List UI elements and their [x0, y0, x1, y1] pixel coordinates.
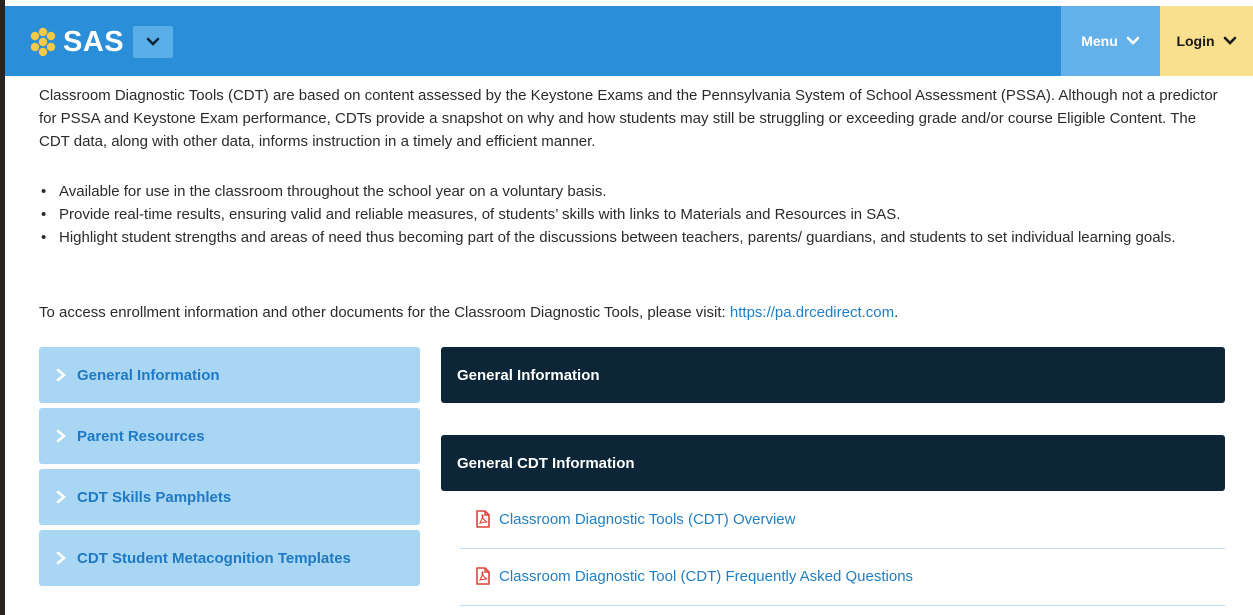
subsection-title: General CDT Information: [457, 454, 635, 472]
chevron-down-icon: [146, 37, 160, 46]
intro-paragraph: Classroom Diagnostic Tools (CDT) are bas…: [39, 87, 1218, 150]
section-title: General Information: [457, 366, 600, 384]
logo-text: SAS: [63, 25, 125, 58]
document-link-cdt-overview[interactable]: Classroom Diagnostic Tools (CDT) Overvie…: [475, 510, 795, 528]
sidebar-item-label: General Information: [77, 366, 220, 384]
sas-logo[interactable]: SAS: [25, 25, 124, 59]
top-nav-bar: SAS Menu Login: [5, 6, 1253, 76]
access-end: .: [894, 304, 899, 321]
chevron-right-icon: [56, 368, 67, 382]
list-item: Highlight student strengths and areas of…: [39, 226, 1219, 249]
pdf-icon: [476, 510, 490, 528]
document-link-label: Classroom Diagnostic Tools (CDT) Overvie…: [499, 510, 796, 528]
sidebar-item-cdt-student-metacognition-templates[interactable]: CDT Student Metacognition Templates: [39, 530, 420, 586]
pdf-icon: [476, 567, 490, 585]
site-dropdown-button[interactable]: [133, 26, 173, 58]
chevron-right-icon: [56, 429, 67, 443]
section-header-general-cdt-information[interactable]: General CDT Information: [441, 435, 1225, 491]
sidebar-item-parent-resources[interactable]: Parent Resources: [39, 408, 420, 464]
window-edge: [0, 0, 5, 615]
sidebar-item-label: Parent Resources: [77, 427, 205, 445]
chevron-down-icon: [1126, 36, 1140, 45]
drc-link[interactable]: https://pa.drcedirect.com: [730, 304, 894, 321]
sidebar-item-cdt-skills-pamphlets[interactable]: CDT Skills Pamphlets: [39, 469, 420, 525]
chevron-right-icon: [56, 490, 67, 504]
section-header-general-information[interactable]: General Information: [441, 347, 1225, 403]
sidebar-item-label: CDT Skills Pamphlets: [77, 488, 232, 506]
list-item: Provide real-time results, ensuring vali…: [39, 203, 1219, 226]
document-link-cdt-faq[interactable]: Classroom Diagnostic Tool (CDT) Frequent…: [475, 567, 913, 585]
list-divider: [460, 548, 1225, 549]
sidebar-item-general-information[interactable]: General Information: [39, 347, 420, 403]
document-link-label: Classroom Diagnostic Tool (CDT) Frequent…: [499, 567, 914, 585]
access-text: To access enrollment information and oth…: [39, 304, 730, 321]
menu-button[interactable]: Menu: [1061, 6, 1160, 76]
access-info: To access enrollment information and oth…: [39, 301, 898, 324]
chevron-right-icon: [56, 551, 67, 565]
flower-logo-icon: [30, 27, 56, 57]
feature-list: Available for use in the classroom throu…: [39, 180, 1219, 249]
list-item: Available for use in the classroom throu…: [39, 180, 1219, 203]
chevron-down-icon: [1223, 36, 1236, 45]
login-button[interactable]: Login: [1160, 6, 1253, 76]
list-divider: [460, 605, 1225, 606]
sidebar-item-label: CDT Student Metacognition Templates: [77, 549, 351, 567]
login-label: Login: [1176, 33, 1215, 49]
menu-label: Menu: [1081, 33, 1118, 49]
